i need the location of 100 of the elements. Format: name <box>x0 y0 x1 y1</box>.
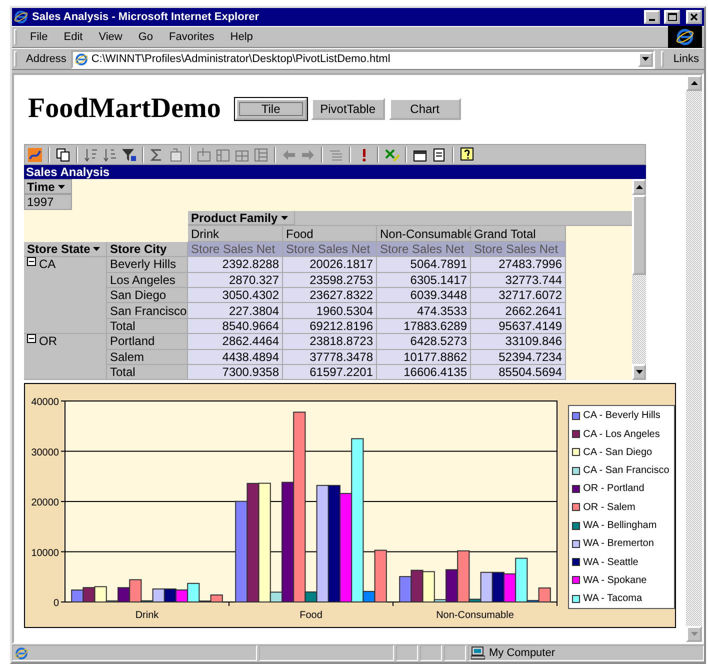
table-cell: 52394.7234 <box>471 350 566 365</box>
column-header[interactable]: Grand Total <box>471 226 566 242</box>
filter-field-button[interactable]: Time <box>24 179 72 194</box>
view-button[interactable]: PivotTable <box>310 98 385 120</box>
help-icon[interactable] <box>459 146 475 162</box>
measure-header: Store Sales Net <box>188 242 283 258</box>
row-header-cell: Portland <box>107 334 188 350</box>
y-tick-label: 40000 <box>31 397 59 408</box>
row-header-cell: San Francisco <box>107 303 188 319</box>
table-cell: 8540.9664 <box>188 318 283 334</box>
legend-item: CA - San Diego <box>572 446 671 458</box>
table-cell: 17883.6289 <box>377 318 471 334</box>
row-header-cell[interactable]: OR <box>24 334 107 380</box>
table-cell: 69212.8196 <box>283 318 377 334</box>
category-label: Non-Consumable <box>436 610 514 622</box>
dropdown-arrow-icon <box>93 246 100 251</box>
move-field-icon[interactable] <box>196 146 212 162</box>
calculated-field-icon[interactable] <box>168 146 184 162</box>
page-scrollbar[interactable] <box>686 75 702 642</box>
chart-logo-icon[interactable] <box>27 146 43 162</box>
filter-value[interactable]: 1997 <box>24 194 72 210</box>
row-header-cell: San Diego <box>107 288 188 304</box>
menu-item[interactable]: Help <box>223 29 260 45</box>
row-header-cell: Los Angeles <box>107 272 188 288</box>
scroll-up-button[interactable] <box>632 179 646 195</box>
table-cell: 61597.2201 <box>283 364 377 380</box>
y-tick-label: 10000 <box>31 548 59 560</box>
table-cell: 27483.7996 <box>471 257 566 273</box>
legend-item: CA - Los Angeles <box>572 428 671 440</box>
legend-item: WA - Bremerton <box>572 538 671 550</box>
close-icon <box>690 13 698 21</box>
table-cell: 37778.3478 <box>283 350 377 365</box>
legend-item: OR - Portland <box>572 483 671 494</box>
maximize-button[interactable] <box>664 10 680 24</box>
menu-item[interactable]: File <box>23 29 55 45</box>
table-cell: 95637.4149 <box>471 318 566 334</box>
move-detail-icon[interactable] <box>253 146 269 162</box>
scroll-down-icon <box>636 370 642 374</box>
address-field[interactable]: C:\WINNT\Profiles\Administrator\Desktop\PivotListDemo.html <box>71 50 656 68</box>
computer-icon <box>471 646 485 660</box>
row-header-cell: Total <box>107 318 188 334</box>
column-header[interactable]: Drink <box>188 226 283 242</box>
column-header[interactable]: Non-Consumable <box>377 226 471 242</box>
scrollbar[interactable] <box>632 179 646 380</box>
close-button[interactable] <box>686 10 702 24</box>
column-header[interactable]: Food <box>283 226 377 242</box>
scroll-up-button[interactable] <box>686 75 702 91</box>
copy-icon[interactable] <box>55 146 71 162</box>
row-header-cell[interactable]: CA <box>24 257 107 334</box>
table-cell: 10177.8862 <box>377 350 471 365</box>
scroll-up-icon <box>636 185 642 189</box>
row-field-button[interactable]: Store City <box>107 242 188 258</box>
filter-icon[interactable] <box>121 146 137 162</box>
row-header-cell: Total <box>107 364 188 380</box>
table-cell: 23627.8322 <box>283 288 377 304</box>
table-cell: 2862.4464 <box>188 334 283 350</box>
measure-header: Store Sales Net <box>283 242 377 258</box>
sort-ascending-icon[interactable] <box>83 146 99 162</box>
table-cell: 16606.4135 <box>377 364 471 380</box>
legend-item: CA - Beverly Hills <box>572 410 671 422</box>
scroll-down-button[interactable] <box>632 364 646 380</box>
menu-item[interactable]: Edit <box>56 29 90 45</box>
export-icon[interactable] <box>384 146 400 162</box>
state-label: OR <box>39 334 57 348</box>
menu-item[interactable]: Go <box>131 29 160 45</box>
dropdown-arrow-icon <box>642 57 650 61</box>
row-header-cell: Salem <box>107 350 188 365</box>
table-cell: 7300.9358 <box>188 364 283 380</box>
table-cell: 85504.5694 <box>471 364 566 380</box>
collapse-icon[interactable] <box>27 257 36 266</box>
y-tick-label: 30000 <box>31 448 59 459</box>
table-cell: 4438.4894 <box>188 350 283 365</box>
minimize-button[interactable] <box>644 10 660 24</box>
collapse-icon[interactable] <box>27 334 36 344</box>
table-cell: 23598.2753 <box>283 272 377 288</box>
dropdown-arrow-icon <box>280 216 288 220</box>
view-button[interactable]: Tile <box>234 98 307 120</box>
table-cell: 6428.5273 <box>377 334 471 350</box>
table-cell: 5064.7891 <box>377 257 471 273</box>
table-cell: 23818.8723 <box>283 334 377 350</box>
column-field-button[interactable]: Product Family <box>188 211 295 226</box>
table-cell: 3050.4302 <box>188 288 283 304</box>
table-cell: 2662.2641 <box>471 303 566 319</box>
menu-item[interactable]: Favorites <box>162 29 222 45</box>
menu-item[interactable]: View <box>92 29 130 45</box>
category-label: Food <box>300 610 322 622</box>
table-cell: 33109.846 <box>471 334 566 350</box>
legend-item: WA - Seattle <box>572 556 671 568</box>
property-sheet-icon[interactable] <box>431 146 447 162</box>
dropdown-button[interactable] <box>638 52 654 66</box>
browser-logo-icon <box>676 28 694 46</box>
sort-descending-icon[interactable] <box>102 146 118 162</box>
move-row-icon[interactable] <box>215 146 231 162</box>
scroll-thumb[interactable] <box>632 195 646 275</box>
table-cell: 20026.1817 <box>283 257 377 273</box>
row-field-button[interactable]: Store State <box>24 242 107 258</box>
table-cell: 32717.6072 <box>471 288 566 304</box>
links-button[interactable]: Links <box>670 53 702 65</box>
view-button[interactable]: Chart <box>388 98 461 120</box>
legend-item: WA - Spokane <box>572 574 671 586</box>
